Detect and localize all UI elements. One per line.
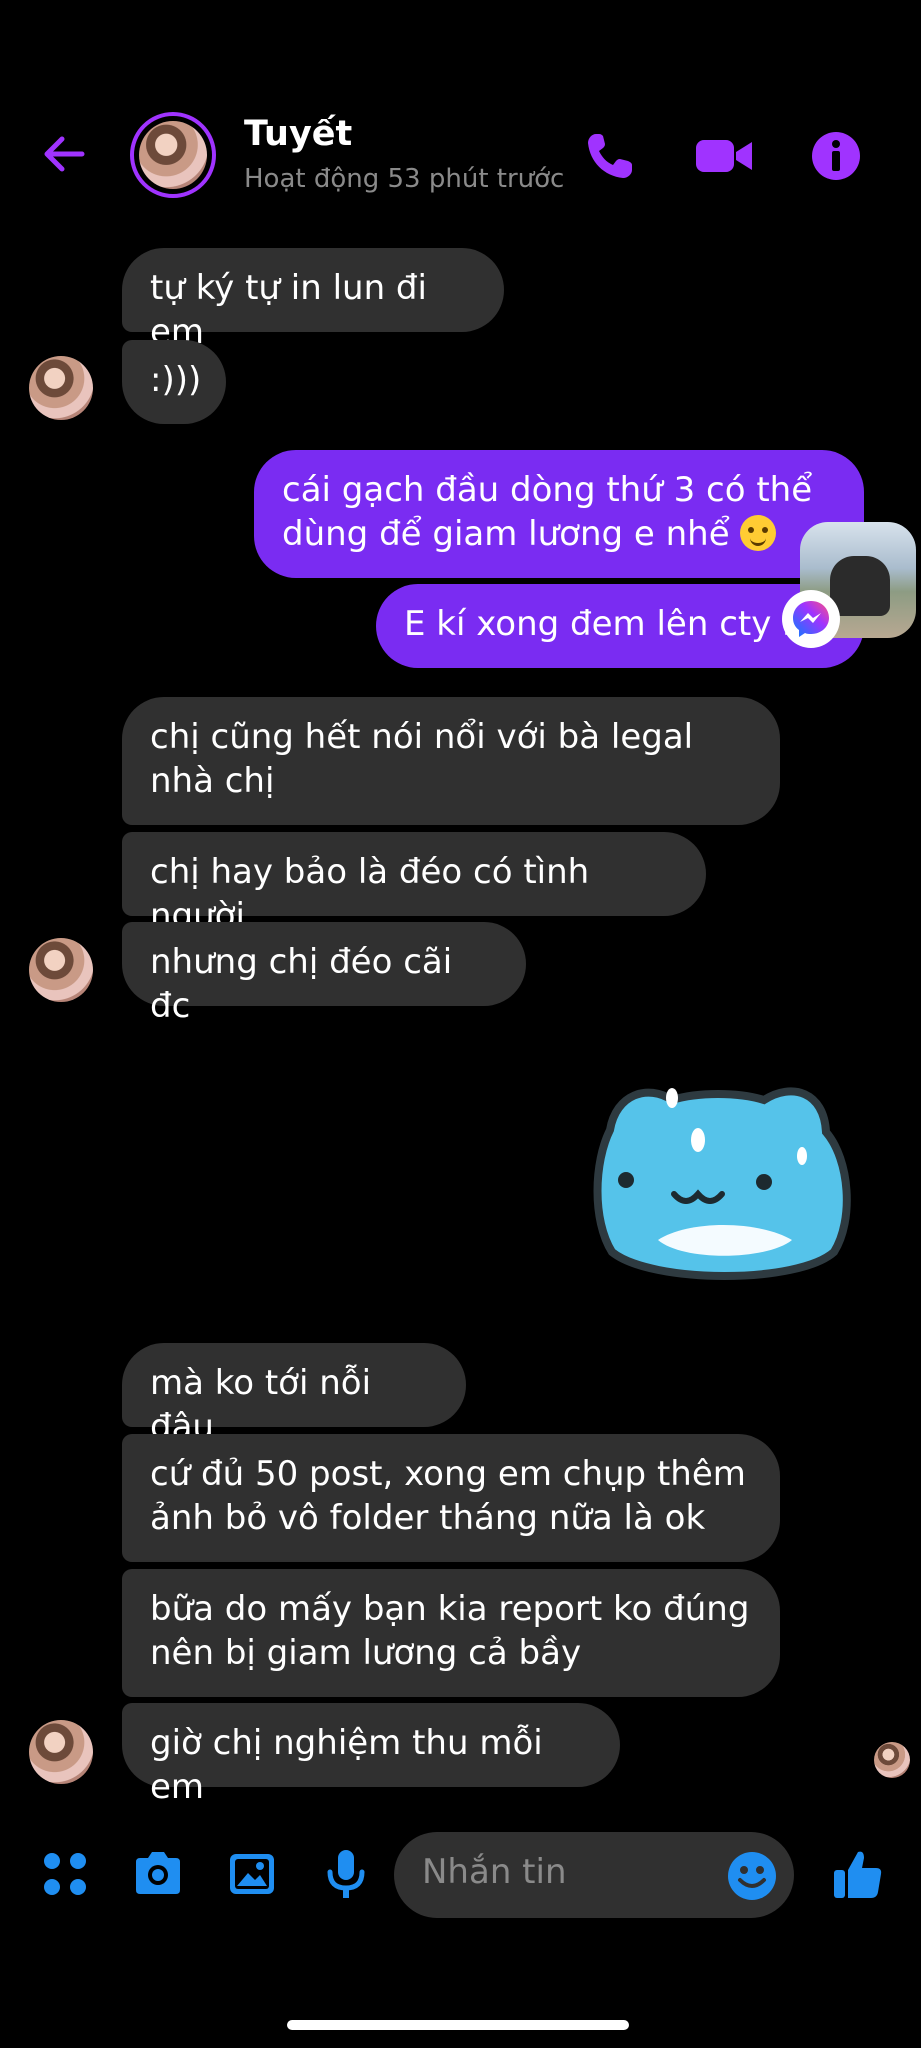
incoming-message[interactable]: chị hay bảo là đéo có tình người xyxy=(122,832,706,936)
sender-avatar xyxy=(29,356,93,420)
cat-sticker[interactable] xyxy=(588,1070,860,1286)
smiling-face-with-tear-emoji xyxy=(740,515,777,551)
incoming-message[interactable]: :))) xyxy=(122,340,226,424)
info-icon[interactable] xyxy=(808,128,864,184)
emoji-icon[interactable] xyxy=(726,1850,778,1902)
apps-grid-icon[interactable] xyxy=(37,1846,93,1902)
outgoing-message[interactable]: cái gạch đầu dòng thứ 3 có thể dùng để g… xyxy=(254,450,864,578)
phone-icon[interactable] xyxy=(582,128,638,184)
camera-icon[interactable] xyxy=(130,1846,186,1902)
sender-avatar xyxy=(29,1720,93,1784)
gallery-icon[interactable] xyxy=(224,1846,280,1902)
contact-name[interactable]: Tuyết xyxy=(244,114,352,154)
message-text: cái gạch đầu dòng thứ 3 có thể dùng để g… xyxy=(282,470,813,554)
incoming-message[interactable]: cứ đủ 50 post, xong em chụp thêm ảnh bỏ … xyxy=(122,1434,780,1562)
incoming-message[interactable]: tự ký tự in lun đi em xyxy=(122,248,504,352)
incoming-message[interactable]: mà ko tới nỗi đâu xyxy=(122,1343,466,1447)
incoming-message[interactable]: chị cũng hết nói nổi với bà legal nhà ch… xyxy=(122,697,780,825)
back-arrow-icon[interactable] xyxy=(36,126,92,182)
contact-avatar[interactable] xyxy=(130,112,216,198)
seen-indicator-avatar xyxy=(874,1742,910,1778)
incoming-message[interactable]: bữa do mấy bạn kia report ko đúng nên bị… xyxy=(122,1569,780,1697)
thumbs-up-icon[interactable] xyxy=(830,1846,886,1902)
video-camera-icon[interactable] xyxy=(694,128,756,184)
messenger-logo-icon xyxy=(782,590,840,648)
home-indicator xyxy=(287,2020,629,2030)
incoming-message[interactable]: giờ chị nghiệm thu mỗi em xyxy=(122,1703,620,1807)
sender-avatar xyxy=(29,938,93,1002)
incoming-message[interactable]: nhưng chị đéo cãi đc xyxy=(122,922,526,1026)
microphone-icon[interactable] xyxy=(318,1846,374,1902)
active-status: Hoạt động 53 phút trước xyxy=(244,164,565,194)
